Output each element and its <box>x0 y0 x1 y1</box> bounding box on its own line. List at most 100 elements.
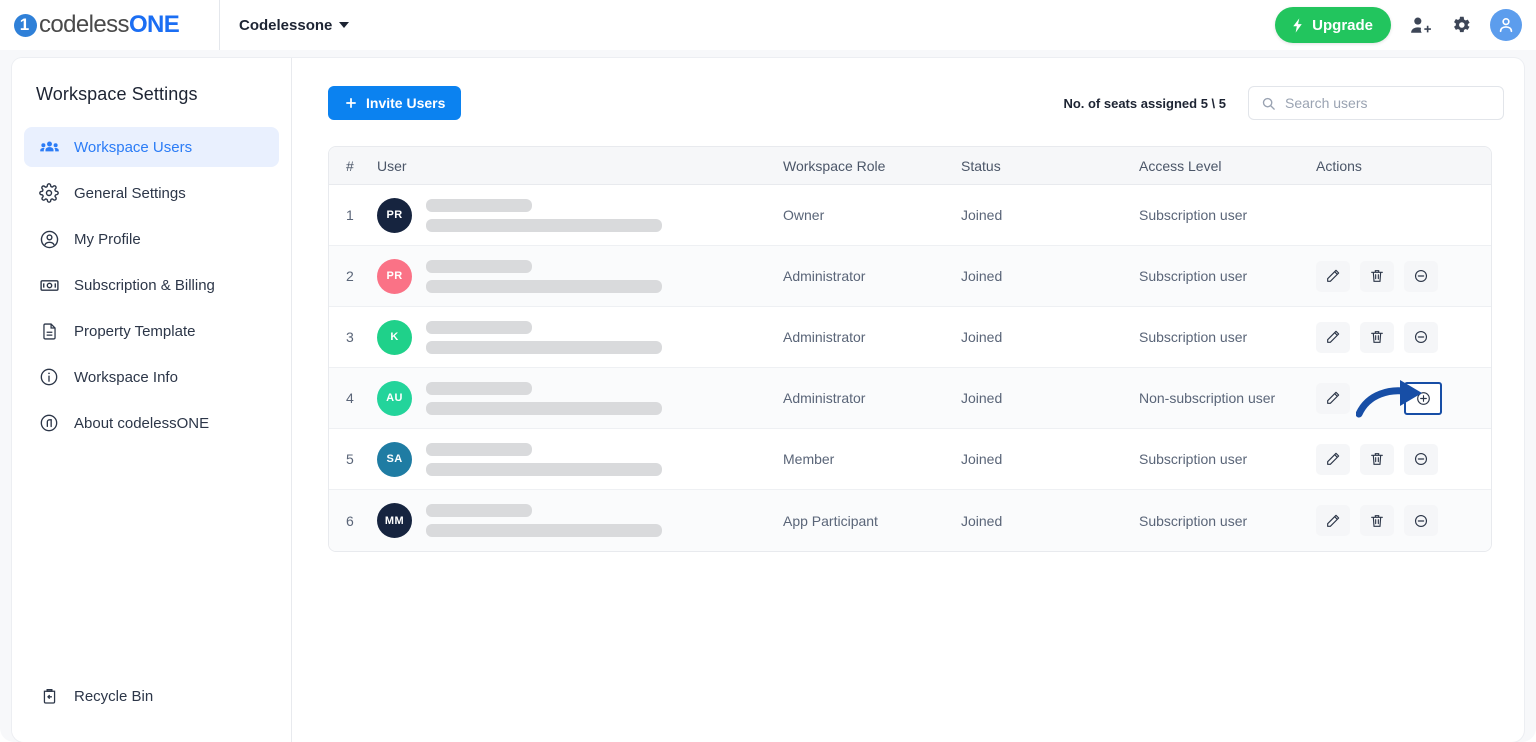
edit-user-button[interactable] <box>1316 321 1350 353</box>
column-header-index: # <box>346 157 354 174</box>
workspace-role: Administrator <box>783 390 866 406</box>
seats-assigned-label: No. of seats assigned 5 \ 5 <box>1063 95 1226 111</box>
table-row[interactable]: 2 PR Administrator Joined Subscription u… <box>329 246 1491 307</box>
redacted-name-bar <box>426 198 532 212</box>
sidebar-item-workspace-info[interactable]: Workspace Info <box>24 357 279 397</box>
invite-users-button[interactable]: Invite Users <box>328 86 462 120</box>
access-level: Subscription user <box>1139 451 1248 467</box>
status: Joined <box>961 207 1003 223</box>
status: Joined <box>961 268 1003 284</box>
workspace-role: Administrator <box>783 329 866 345</box>
row-actions <box>1316 443 1491 475</box>
sidebar-item-recycle-bin[interactable]: Recycle Bin <box>24 676 279 716</box>
sidebar-item-label: Workspace Users <box>74 138 193 156</box>
top-bar: 1 codelessONE Codelessone Upgrade <box>0 0 1536 50</box>
table-row[interactable]: 4 AU Administrator Joined Non-subscripti… <box>329 368 1491 429</box>
redacted-email-bar <box>426 401 662 415</box>
workspace-selector[interactable]: Codelessone <box>239 16 350 34</box>
redacted-email-bar <box>426 524 662 537</box>
delete-user-button[interactable] <box>1360 260 1394 292</box>
action-spacer <box>1360 383 1394 414</box>
row-index: 4 <box>346 390 354 406</box>
banknote-icon <box>38 275 60 296</box>
edit-user-button[interactable] <box>1316 443 1350 475</box>
upgrade-button[interactable]: Upgrade <box>1275 7 1391 43</box>
status: Joined <box>961 329 1003 345</box>
copyright-icon <box>38 413 60 433</box>
row-actions <box>1316 381 1491 415</box>
delete-user-button[interactable] <box>1360 321 1394 353</box>
info-circle-icon <box>38 367 60 387</box>
redacted-name-bar <box>426 381 532 395</box>
block-user-button[interactable] <box>1404 321 1438 353</box>
edit-user-button[interactable] <box>1316 505 1350 536</box>
top-bar-actions: Upgrade <box>1275 7 1536 43</box>
column-header-access-level: Access Level <box>1139 157 1222 174</box>
column-header-user: User <box>377 157 407 174</box>
user-cell: AU <box>377 380 783 416</box>
redacted-name-bar <box>426 320 532 334</box>
gear-icon <box>38 183 60 203</box>
status: Joined <box>961 390 1003 406</box>
logo-text-primary: codeless <box>39 11 130 38</box>
user-cell: PR <box>377 258 783 294</box>
sidebar-item-my-profile[interactable]: My Profile <box>24 219 279 259</box>
add-user-icon[interactable] <box>1409 14 1432 37</box>
sidebar-item-general-settings[interactable]: General Settings <box>24 173 279 213</box>
row-actions <box>1316 505 1491 536</box>
row-index: 6 <box>346 512 354 529</box>
avatar: PR <box>377 258 412 294</box>
column-header-actions: Actions <box>1316 157 1362 174</box>
workspace-selector-label: Codelessone <box>239 16 333 34</box>
block-user-button[interactable] <box>1404 505 1438 536</box>
sidebar-item-workspace-users[interactable]: Workspace Users <box>24 127 279 167</box>
main-content: Invite Users No. of seats assigned 5 \ 5 <box>292 58 1524 742</box>
user-circle-icon <box>38 229 60 250</box>
search-users-box[interactable] <box>1248 86 1504 120</box>
avatar: AU <box>377 380 412 416</box>
access-level: Subscription user <box>1139 207 1248 223</box>
table-row[interactable]: 1 PR Owner Joined Subscription user <box>329 185 1491 246</box>
sidebar-item-property-template[interactable]: Property Template <box>24 311 279 351</box>
gear-icon[interactable] <box>1450 14 1472 36</box>
edit-user-button[interactable] <box>1316 260 1350 292</box>
delete-user-button[interactable] <box>1360 443 1394 475</box>
user-cell: K <box>377 319 783 355</box>
redacted-email-bar <box>426 218 662 232</box>
avatar: K <box>377 319 412 355</box>
search-icon <box>1261 96 1276 111</box>
upgrade-button-label: Upgrade <box>1312 16 1373 34</box>
redacted-name-bar <box>426 442 532 456</box>
block-user-button[interactable] <box>1404 443 1438 475</box>
edit-user-button[interactable] <box>1316 382 1350 414</box>
add-subscription-user-button[interactable] <box>1404 381 1442 415</box>
table-row[interactable]: 6 MM App Participant Joined Subscription… <box>329 490 1491 551</box>
app-window: 1 codelessONE Codelessone Upgrade Worksp… <box>0 0 1536 742</box>
user-name-redacted <box>426 198 662 232</box>
table-row[interactable]: 5 SA Member Joined Subscription user <box>329 429 1491 490</box>
sidebar-footer: Recycle Bin <box>12 676 291 722</box>
redacted-email-bar <box>426 462 662 476</box>
user-cell: PR <box>377 197 783 233</box>
access-level: Subscription user <box>1139 268 1248 284</box>
sidebar-item-label: Subscription & Billing <box>74 276 215 294</box>
sidebar-item-label: Property Template <box>74 322 196 340</box>
workspace-role: Member <box>783 451 835 467</box>
document-icon <box>38 322 60 341</box>
redacted-email-bar <box>426 340 662 354</box>
user-name-redacted <box>426 259 662 293</box>
sidebar-item-subscription-billing[interactable]: Subscription & Billing <box>24 265 279 305</box>
brand-logo[interactable]: 1 codelessONE <box>0 0 220 50</box>
user-avatar[interactable] <box>1490 9 1522 41</box>
sidebar-item-about-codelessone[interactable]: About codelessONE <box>24 403 279 443</box>
chevron-down-icon <box>339 22 350 28</box>
block-user-button[interactable] <box>1404 260 1438 292</box>
sidebar-item-label: General Settings <box>74 184 186 202</box>
user-name-redacted <box>426 320 662 354</box>
table-row[interactable]: 3 K Administrator Joined Subscription us… <box>329 307 1491 368</box>
avatar: PR <box>377 197 412 233</box>
row-index: 2 <box>346 268 354 284</box>
row-index: 5 <box>346 451 354 467</box>
search-input[interactable] <box>1285 95 1491 111</box>
delete-user-button[interactable] <box>1360 505 1394 536</box>
